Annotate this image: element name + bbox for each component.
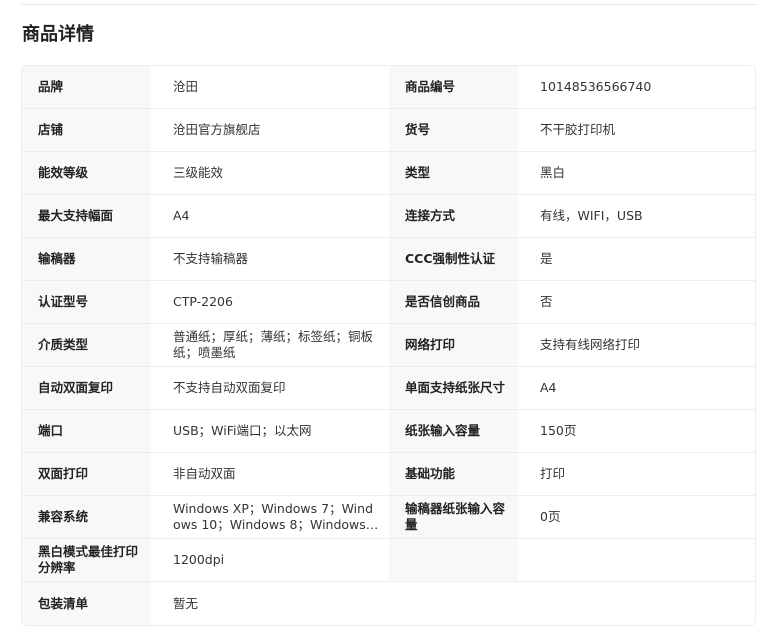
spec-row: 店铺 沧田官方旗舰店 货号 不干胶打印机 bbox=[22, 109, 755, 152]
spec-row: 认证型号 CTP-2206 是否信创商品 否 bbox=[22, 281, 755, 324]
spec-value: 暂无 bbox=[151, 582, 755, 625]
spec-label: 认证型号 bbox=[22, 281, 151, 323]
spec-label: 网络打印 bbox=[389, 324, 518, 366]
spec-value: 10148536566740 bbox=[518, 66, 755, 108]
spec-row: 输稿器 不支持输稿器 CCC强制性认证 是 bbox=[22, 238, 755, 281]
spec-row: 端口 USB；WiFi端口；以太网 纸张输入容量 150页 bbox=[22, 410, 755, 453]
spec-label: 连接方式 bbox=[389, 195, 518, 237]
spec-label: 自动双面复印 bbox=[22, 367, 151, 409]
spec-label: 类型 bbox=[389, 152, 518, 194]
spec-label: 兼容系统 bbox=[22, 496, 151, 538]
spec-value: 150页 bbox=[518, 410, 755, 452]
spec-value: 有线，WIFI，USB bbox=[518, 195, 755, 237]
spec-value: 0页 bbox=[518, 496, 755, 538]
spec-label: 纸张输入容量 bbox=[389, 410, 518, 452]
spec-row: 双面打印 非自动双面 基础功能 打印 bbox=[22, 453, 755, 496]
spec-label: 能效等级 bbox=[22, 152, 151, 194]
spec-value: 沧田官方旗舰店 bbox=[151, 109, 389, 151]
spec-row: 品牌 沧田 商品编号 10148536566740 bbox=[22, 66, 755, 109]
spec-row-packing-list: 包装清单 暂无 bbox=[22, 582, 755, 625]
spec-label: CCC强制性认证 bbox=[389, 238, 518, 280]
spec-label: 黑白模式最佳打印分辨率 bbox=[22, 539, 151, 581]
spec-label: 商品编号 bbox=[389, 66, 518, 108]
spec-table: 品牌 沧田 商品编号 10148536566740 店铺 沧田官方旗舰店 货号 … bbox=[21, 65, 756, 626]
spec-value: Windows XP；Windows 7；Windows 10；Windows … bbox=[151, 496, 389, 538]
spec-row: 黑白模式最佳打印分辨率 1200dpi bbox=[22, 539, 755, 582]
spec-label: 介质类型 bbox=[22, 324, 151, 366]
spec-label: 是否信创商品 bbox=[389, 281, 518, 323]
spec-value: A4 bbox=[151, 195, 389, 237]
spec-label: 双面打印 bbox=[22, 453, 151, 495]
spec-value: 黑白 bbox=[518, 152, 755, 194]
spec-row: 介质类型 普通纸；厚纸；薄纸；标签纸；铜板纸；喷墨纸 网络打印 支持有线网络打印 bbox=[22, 324, 755, 367]
spec-row: 最大支持幅面 A4 连接方式 有线，WIFI，USB bbox=[22, 195, 755, 238]
spec-label: 包装清单 bbox=[22, 582, 151, 625]
spec-value: 不支持输稿器 bbox=[151, 238, 389, 280]
spec-value: USB；WiFi端口；以太网 bbox=[151, 410, 389, 452]
section-title: 商品详情 bbox=[22, 24, 94, 45]
spec-value: CTP-2206 bbox=[151, 281, 389, 323]
spec-value: 1200dpi bbox=[151, 539, 389, 581]
spec-label: 输稿器 bbox=[22, 238, 151, 280]
spec-value: 是 bbox=[518, 238, 755, 280]
spec-value: 非自动双面 bbox=[151, 453, 389, 495]
spec-label: 输稿器纸张输入容量 bbox=[389, 496, 518, 538]
spec-label: 最大支持幅面 bbox=[22, 195, 151, 237]
spec-label bbox=[389, 539, 518, 581]
spec-value bbox=[518, 539, 755, 581]
spec-value: 不支持自动双面复印 bbox=[151, 367, 389, 409]
spec-row: 能效等级 三级能效 类型 黑白 bbox=[22, 152, 755, 195]
spec-value: 三级能效 bbox=[151, 152, 389, 194]
spec-value: 打印 bbox=[518, 453, 755, 495]
spec-label: 端口 bbox=[22, 410, 151, 452]
spec-label: 店铺 bbox=[22, 109, 151, 151]
top-divider bbox=[22, 4, 757, 5]
spec-label: 品牌 bbox=[22, 66, 151, 108]
spec-value: 普通纸；厚纸；薄纸；标签纸；铜板纸；喷墨纸 bbox=[151, 324, 389, 366]
spec-label: 单面支持纸张尺寸 bbox=[389, 367, 518, 409]
spec-label: 货号 bbox=[389, 109, 518, 151]
spec-value: 不干胶打印机 bbox=[518, 109, 755, 151]
product-detail-page: 商品详情 品牌 沧田 商品编号 10148536566740 店铺 沧田官方旗舰… bbox=[0, 0, 775, 639]
spec-value: 支持有线网络打印 bbox=[518, 324, 755, 366]
spec-value: 否 bbox=[518, 281, 755, 323]
spec-label: 基础功能 bbox=[389, 453, 518, 495]
spec-row: 兼容系统 Windows XP；Windows 7；Windows 10；Win… bbox=[22, 496, 755, 539]
spec-value: 沧田 bbox=[151, 66, 389, 108]
spec-value: A4 bbox=[518, 367, 755, 409]
spec-row: 自动双面复印 不支持自动双面复印 单面支持纸张尺寸 A4 bbox=[22, 367, 755, 410]
